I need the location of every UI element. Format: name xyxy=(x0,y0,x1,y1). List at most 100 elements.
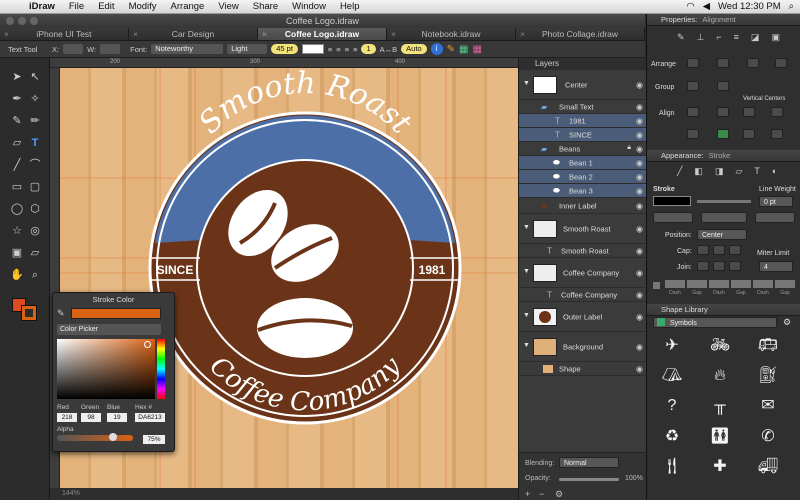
close-tab-icon[interactable]: × xyxy=(520,28,525,41)
line-tool-icon[interactable]: ╱ xyxy=(10,158,24,172)
alpha-slider-handle[interactable] xyxy=(109,433,117,441)
eraser-tab-icon[interactable]: ▱ xyxy=(735,166,742,177)
bean-3[interactable] xyxy=(257,298,353,358)
visibility-eye-icon[interactable]: ◉ xyxy=(636,364,643,373)
gap-field[interactable] xyxy=(775,280,795,288)
stroke-tab-icon[interactable]: ╱ xyxy=(677,166,682,177)
direct-select-tool-icon[interactable]: ↖ xyxy=(28,70,42,84)
visibility-eye-icon[interactable]: ◉ xyxy=(636,80,643,89)
fill-tab-icon[interactable]: ◧ xyxy=(694,166,703,177)
layer-row[interactable]: ▰ Small Text ◉ xyxy=(519,100,647,114)
edit-tab-icon[interactable]: ✎ xyxy=(677,32,685,43)
tab-coffee-logo[interactable]: × Coffee Logo.idraw xyxy=(258,28,387,40)
dash-checkbox[interactable] xyxy=(653,282,660,289)
add-layer-icon[interactable]: + xyxy=(525,489,530,499)
text-color-well[interactable] xyxy=(301,44,324,54)
cap-round-button[interactable] xyxy=(713,245,725,255)
close-window-icon[interactable] xyxy=(6,17,14,25)
align-right-icon[interactable]: ≡ xyxy=(345,45,349,54)
rounded-rect-tool-icon[interactable]: ▢ xyxy=(28,180,42,194)
group-button[interactable] xyxy=(687,81,699,91)
align-justify-icon[interactable]: ≡ xyxy=(353,45,357,54)
rectangle-tool-icon[interactable]: ▭ xyxy=(10,180,24,194)
polygon-tool-icon[interactable]: ⬡ xyxy=(28,202,42,216)
mail-icon[interactable]: ✉ xyxy=(757,395,779,417)
layer-row[interactable]: ▼ Coffee Company ◉ xyxy=(519,258,647,288)
position-select[interactable]: Center xyxy=(697,229,747,240)
join-bevel-button[interactable] xyxy=(729,261,741,271)
visibility-eye-icon[interactable]: ◉ xyxy=(636,158,643,167)
layer-row[interactable]: ⬬ Bean 2 ◉ xyxy=(519,170,647,184)
visibility-eye-icon[interactable]: ◉ xyxy=(636,224,643,233)
restaurant-icon[interactable]: 🍴︎ xyxy=(661,456,683,478)
phone-icon[interactable]: ✆ xyxy=(757,426,779,448)
eraser-tool-icon[interactable]: ▱ xyxy=(10,136,24,150)
baseline-field[interactable]: Auto xyxy=(401,44,427,54)
node-tool-icon[interactable]: ✧ xyxy=(28,92,42,106)
layer-row[interactable]: ▼ Outer Label ◉ xyxy=(519,302,647,332)
zoom-tool-icon[interactable]: ⌕ xyxy=(28,268,42,282)
first-aid-icon[interactable]: ✚ xyxy=(709,456,731,478)
disclosure-icon[interactable]: ▼ xyxy=(523,268,530,275)
tab-photo-collage[interactable]: × Photo Collage.idraw xyxy=(516,28,645,40)
menu-app[interactable]: iDraw xyxy=(22,1,62,12)
red-field[interactable]: 218 xyxy=(57,413,77,422)
align-left-button[interactable] xyxy=(687,107,699,117)
disclosure-icon[interactable]: ▼ xyxy=(523,342,530,349)
dash-field[interactable] xyxy=(709,280,729,288)
blue-field[interactable]: 19 xyxy=(107,413,127,422)
x-field[interactable] xyxy=(63,44,84,54)
airplane-icon[interactable]: ✈ xyxy=(661,335,683,357)
w-field[interactable] xyxy=(100,44,121,54)
visibility-eye-icon[interactable]: ◉ xyxy=(636,268,643,277)
start-arrow-select[interactable] xyxy=(653,212,693,223)
stroke-color-well[interactable] xyxy=(653,196,691,206)
campfire-icon[interactable]: 🔥︎ xyxy=(709,365,731,387)
align-top-button[interactable] xyxy=(771,107,783,117)
remove-layer-icon[interactable]: − xyxy=(539,489,544,499)
line-style-select[interactable] xyxy=(701,212,747,223)
ellipse-tool-icon[interactable]: ◯ xyxy=(10,202,24,216)
alpha-field[interactable]: 75% xyxy=(143,435,165,444)
effects-tab-icon[interactable]: ◐ xyxy=(772,166,777,177)
align-vcenter-button[interactable] xyxy=(717,129,729,139)
menu-arrange[interactable]: Arrange xyxy=(164,1,212,12)
visibility-eye-icon[interactable]: ◉ xyxy=(636,172,643,181)
recycle-icon[interactable]: ♻ xyxy=(661,426,683,448)
help-icon[interactable]: ? xyxy=(661,395,683,417)
cap-square-button[interactable] xyxy=(729,245,741,255)
library-gear-icon[interactable]: ⚙ xyxy=(783,317,791,328)
info-icon[interactable]: i xyxy=(430,43,443,55)
bring-forward-button[interactable] xyxy=(717,58,729,68)
layer-row[interactable]: ▼ Smooth Roast ◉ xyxy=(519,214,647,244)
blending-select[interactable]: Normal xyxy=(559,457,619,468)
text-tool-icon[interactable]: T xyxy=(28,136,42,150)
restroom-icon[interactable]: 🚻︎ xyxy=(709,426,731,448)
logo-since-text[interactable]: SINCE xyxy=(157,263,194,277)
green-field[interactable]: 98 xyxy=(81,413,101,422)
tow-truck-icon[interactable]: 🚚︎ xyxy=(757,456,779,478)
send-back-button[interactable] xyxy=(775,58,787,68)
select-tool-icon[interactable]: ➤ xyxy=(10,70,24,84)
text-style-tab-icon[interactable]: T xyxy=(754,166,760,177)
close-tab-icon[interactable]: × xyxy=(4,28,9,41)
stroke-weight-slider[interactable] xyxy=(697,200,751,203)
pencil-icon[interactable]: ✎ xyxy=(447,44,455,55)
zoom-level[interactable]: 144% xyxy=(62,490,80,497)
visibility-eye-icon[interactable]: ◉ xyxy=(636,116,643,125)
font-size-field[interactable]: 45 pt xyxy=(271,44,298,54)
layer-row[interactable]: T Coffee Company ◉ xyxy=(519,288,647,302)
pencil-tool-icon[interactable]: ✏ xyxy=(28,114,42,128)
spotlight-icon[interactable]: ⌕ xyxy=(789,1,794,12)
visibility-eye-icon[interactable]: ◉ xyxy=(636,290,643,299)
text-tab-icon[interactable]: ≡ xyxy=(734,32,739,43)
wifi-icon[interactable]: ◠ xyxy=(686,1,694,12)
disclosure-icon[interactable]: ▼ xyxy=(523,224,530,231)
spiral-tool-icon[interactable]: ◎ xyxy=(28,224,42,238)
bring-front-button[interactable] xyxy=(687,58,699,68)
shadow-tab-icon[interactable]: ◪ xyxy=(751,32,760,43)
menu-share[interactable]: Share xyxy=(246,1,285,12)
visibility-eye-icon[interactable]: ◉ xyxy=(636,102,643,111)
tab-car-design[interactable]: × Car Design xyxy=(129,28,258,40)
visibility-eye-icon[interactable]: ◉ xyxy=(636,186,643,195)
